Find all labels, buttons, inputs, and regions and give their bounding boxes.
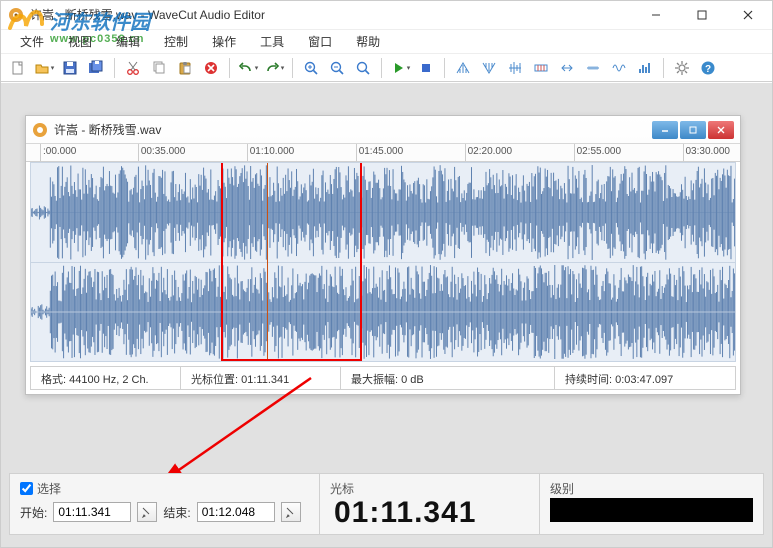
cursorpos-label: 光标位置: [191,374,238,386]
waveform-channel-left [31,163,735,262]
fx-normalize-button[interactable] [503,56,527,80]
menubar: 文件 视图 编辑 控制 操作 工具 窗口 帮助 [0,30,773,54]
time-ruler[interactable]: :00.000 00:35.000 01:10.000 01:45.000 02… [26,144,740,162]
titlebar: 许嵩 - 断桥残雪.wav - WaveCut Audio Editor [0,0,773,30]
selection-checkbox[interactable] [20,482,33,495]
toolbar-sep [663,58,664,78]
waveform-area[interactable] [30,162,736,362]
stop-button[interactable] [414,56,438,80]
cursor-group: 光标 01:11.341 [320,474,540,534]
toolbar-sep [229,58,230,78]
end-label: 结束: [163,504,190,521]
new-file-button[interactable] [6,56,30,80]
doc-close-button[interactable] [708,121,734,139]
format-value: 44100 Hz, 2 Ch. [69,374,149,386]
levels-label: 级别 [550,480,574,497]
ruler-tick: 01:45.000 [356,144,404,161]
waveform-channel-right [31,262,735,361]
cursor-group-label: 光标 [330,480,354,497]
undo-button[interactable]: ▾ [236,56,260,80]
toolbar-sep [292,58,293,78]
level-meter [550,498,753,522]
toolbar-sep [444,58,445,78]
svg-text:?: ? [705,64,711,75]
menu-edit[interactable]: 编辑 [104,29,152,54]
toolbar-sep [381,58,382,78]
ruler-tick: 02:55.000 [574,144,622,161]
copy-button[interactable] [147,56,171,80]
menu-tools[interactable]: 工具 [248,29,296,54]
fx-fadeout-button[interactable] [477,56,501,80]
end-pick-button[interactable] [281,502,301,522]
start-input[interactable] [53,502,131,522]
redo-button[interactable]: ▾ [262,56,286,80]
levels-group: 级别 [540,474,763,534]
selection-label: 选择 [37,480,61,497]
toolbar: ▾ ▾ ▾ ▾ ? [0,54,773,82]
cursorpos-value: 01:11.341 [241,374,289,386]
start-pick-button[interactable] [137,502,157,522]
doc-titlebar[interactable]: 许嵩 - 断桥残雪.wav [26,116,740,144]
minimize-button[interactable] [633,0,679,30]
zoom-fit-button[interactable] [351,56,375,80]
ruler-tick: 02:20.000 [465,144,513,161]
ruler-tick: :00.000 [40,144,76,161]
fx-silence-button[interactable] [581,56,605,80]
maximize-button[interactable] [679,0,725,30]
save-all-button[interactable] [84,56,108,80]
zoom-in-button[interactable] [299,56,323,80]
settings-button[interactable] [670,56,694,80]
ruler-tick: 01:10.000 [247,144,295,161]
peak-value: 0 dB [401,374,424,386]
help-button[interactable]: ? [696,56,720,80]
duration-value: 0:03:47.097 [615,374,673,386]
doc-maximize-button[interactable] [680,121,706,139]
zoom-out-button[interactable] [325,56,349,80]
start-label: 开始: [20,504,47,521]
cut-button[interactable] [121,56,145,80]
doc-icon [32,122,48,138]
window-title: 许嵩 - 断桥残雪.wav - WaveCut Audio Editor [30,6,265,23]
open-file-button[interactable]: ▾ [32,56,56,80]
toolbar-sep [114,58,115,78]
app-icon [8,7,24,23]
menu-window[interactable]: 窗口 [296,29,344,54]
save-button[interactable] [58,56,82,80]
menu-control[interactable]: 控制 [152,29,200,54]
peak-label: 最大振幅: [351,374,398,386]
bottom-panel: 选择 开始: 结束: 光标 01:11.341 级别 [9,473,764,535]
end-input[interactable] [197,502,275,522]
doc-minimize-button[interactable] [652,121,678,139]
menu-file[interactable]: 文件 [8,29,56,54]
paste-button[interactable] [173,56,197,80]
document-window: 许嵩 - 断桥残雪.wav :00.000 00:35.000 01:10.00… [25,115,741,395]
fx-fadein-button[interactable] [451,56,475,80]
ruler-tick: 00:35.000 [138,144,186,161]
play-button[interactable]: ▾ [388,56,412,80]
cursor-time-display: 01:11.341 [330,496,529,530]
menu-view[interactable]: 视图 [56,29,104,54]
delete-button[interactable] [199,56,223,80]
doc-statusbar: 格式: 44100 Hz, 2 Ch. 光标位置: 01:11.341 最大振幅… [30,366,736,390]
fx-amp-button[interactable] [529,56,553,80]
workarea: 许嵩 - 断桥残雪.wav :00.000 00:35.000 01:10.00… [1,83,772,547]
duration-label: 持续时间: [565,374,612,386]
fx-reverse-button[interactable] [555,56,579,80]
ruler-tick: 03:30.000 [683,144,731,161]
close-button[interactable] [725,0,771,30]
menu-help[interactable]: 帮助 [344,29,392,54]
menu-action[interactable]: 操作 [200,29,248,54]
playback-cursor[interactable] [267,163,268,361]
selection-group: 选择 开始: 结束: [10,474,320,534]
fx-spectrum-button[interactable] [633,56,657,80]
format-label: 格式: [41,374,66,386]
doc-name: 许嵩 - 断桥残雪.wav [54,121,652,138]
fx-waveform-button[interactable] [607,56,631,80]
